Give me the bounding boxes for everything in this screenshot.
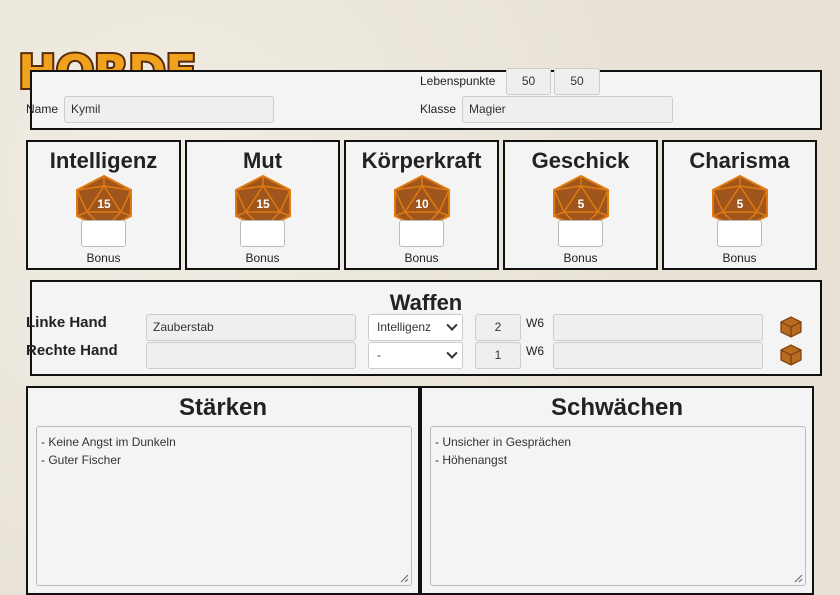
strength-line: - Keine Angst im Dunkeln [41, 435, 176, 449]
hp-label: Lebenspunkte [420, 74, 496, 88]
bonus-label: Bonus [86, 251, 121, 265]
hp-current-field[interactable]: 50 [506, 68, 551, 95]
stat-value: 15 [97, 197, 111, 211]
bonus-input[interactable] [399, 220, 444, 247]
cube-dice-icon[interactable] [780, 344, 802, 366]
stat-geschick: Geschick 5 Bonus [503, 140, 658, 270]
stat-mut: Mut 15 Bonus [185, 140, 340, 270]
character-sheet: HORDE Name Kymil Lebenspunkte 50 50 Klas… [6, 4, 832, 595]
bonus-input[interactable] [240, 220, 285, 247]
right-weapon-field[interactable] [146, 342, 356, 369]
stat-title: Mut [242, 148, 283, 173]
chevron-down-icon [446, 347, 458, 359]
weapons-title: Waffen [389, 290, 463, 315]
weakness-line: - Höhenangst [435, 453, 508, 467]
left-attribute-value: Intelligenz [377, 320, 432, 334]
left-extra-field[interactable] [553, 314, 763, 341]
right-attribute-value: - [377, 348, 381, 362]
right-dice-count[interactable]: 1 [475, 342, 521, 369]
bonus-input[interactable] [81, 220, 126, 247]
stat-koerperkraft: Körperkraft 10 Bonus [344, 140, 499, 270]
strength-line: - Guter Fischer [41, 453, 122, 467]
left-weapon-field[interactable]: Zauberstab [146, 314, 356, 341]
stat-value: 10 [415, 197, 429, 211]
left-dice-type: W6 [526, 316, 544, 330]
weakness-line: - Unsicher in Gesprächen [435, 435, 572, 449]
bonus-input[interactable] [717, 220, 762, 247]
left-hand-label: Linke Hand [26, 314, 107, 331]
strengths-textarea[interactable]: - Keine Angst im Dunkeln - Guter Fischer [36, 426, 412, 586]
bonus-label: Bonus [722, 251, 757, 265]
right-hand-label: Rechte Hand [26, 342, 118, 359]
stat-title: Körperkraft [361, 148, 482, 173]
stat-value: 5 [736, 197, 744, 211]
cube-dice-icon[interactable] [780, 316, 802, 338]
strengths-panel: Stärken - Keine Angst im Dunkeln - Guter… [26, 386, 420, 595]
right-attribute-select[interactable]: - [368, 342, 463, 369]
chevron-down-icon [446, 319, 458, 331]
right-extra-field[interactable] [553, 342, 763, 369]
stat-value: 5 [577, 197, 585, 211]
hp-max-field[interactable]: 50 [554, 68, 600, 95]
class-label: Klasse [420, 102, 457, 116]
name-label: Name [26, 102, 59, 116]
bonus-label: Bonus [563, 251, 598, 265]
class-field[interactable]: Magier [462, 96, 673, 123]
right-dice-type: W6 [526, 344, 544, 358]
name-field[interactable]: Kymil [64, 96, 274, 123]
stat-title: Geschick [531, 148, 630, 173]
stat-title: Charisma [689, 148, 790, 173]
strengths-title: Stärken [178, 394, 268, 421]
resize-handle-icon[interactable] [794, 574, 803, 583]
stat-value: 15 [256, 197, 270, 211]
bonus-label: Bonus [245, 251, 280, 265]
bonus-input[interactable] [558, 220, 603, 247]
resize-handle-icon[interactable] [400, 574, 409, 583]
weaknesses-title: Schwächen [550, 394, 684, 421]
stat-intelligenz: Intelligenz 15 Bonus [26, 140, 181, 270]
weaknesses-textarea[interactable]: - Unsicher in Gesprächen - Höhenangst [430, 426, 806, 586]
left-dice-count[interactable]: 2 [475, 314, 521, 341]
weaknesses-panel: Schwächen - Unsicher in Gesprächen - Höh… [420, 386, 814, 595]
stat-charisma: Charisma 5 Bonus [662, 140, 817, 270]
stat-title: Intelligenz [49, 148, 158, 173]
bonus-label: Bonus [404, 251, 439, 265]
left-attribute-select[interactable]: Intelligenz [368, 314, 463, 341]
